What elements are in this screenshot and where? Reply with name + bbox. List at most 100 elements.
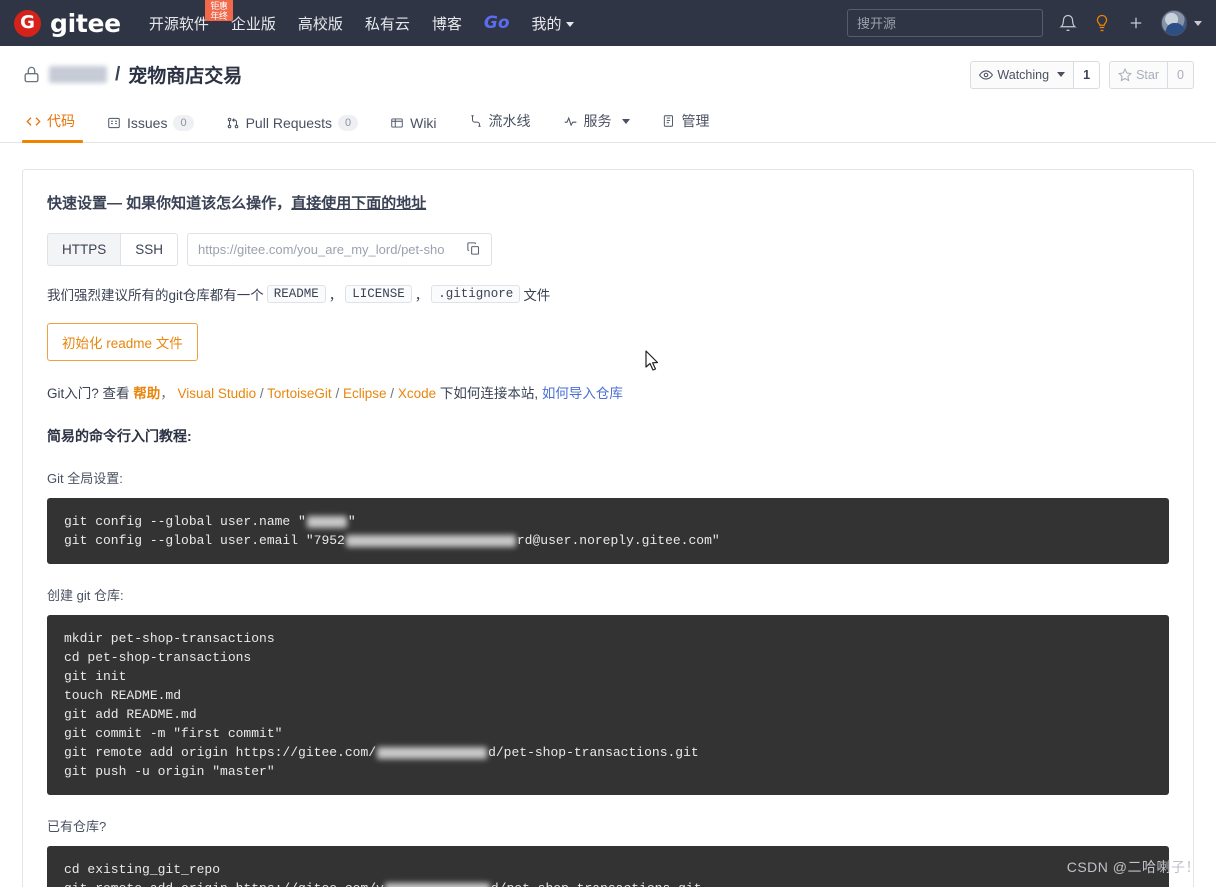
star-count[interactable]: 0: [1168, 60, 1194, 89]
repository-tabs: 代码 Issues 0 Pull Requests 0 Wiki 流水线 服务 …: [0, 103, 1216, 143]
tab-code[interactable]: 代码: [22, 111, 91, 143]
promo-badge-line1: 钜惠: [210, 0, 228, 11]
star-button-label: Star: [1136, 67, 1159, 82]
code-line: git commit -m "first commit": [64, 724, 1152, 743]
tab-issues[interactable]: Issues 0: [91, 115, 210, 142]
top-nav-links: 开源软件 企业版 钜惠 年终 高校版 私有云 博客 Go 我的: [149, 0, 574, 38]
code-line: cd pet-shop-transactions: [64, 648, 1152, 667]
tab-manage[interactable]: 管理: [646, 111, 726, 142]
chevron-down-icon: [1194, 20, 1202, 26]
code-text: git commit -m "first commit": [64, 726, 283, 741]
nav-link-go[interactable]: Go: [484, 9, 510, 37]
code-block-existing-repo[interactable]: cd existing_git_repogit remote add origi…: [47, 846, 1169, 887]
nav-link-mine-label: 我的: [531, 15, 562, 33]
watch-count[interactable]: 1: [1074, 60, 1101, 89]
eclipse-link[interactable]: Eclipse: [343, 386, 387, 401]
csdn-watermark: CSDN @二哈喇子！: [1066, 859, 1200, 875]
clone-url-row: HTTPS SSH https://gitee.com/you_are_my_l…: [47, 233, 1169, 266]
nav-link-mine[interactable]: 我的: [532, 9, 574, 38]
advice-prefix: 我们强烈建议所有的git仓库都有一个: [47, 288, 264, 303]
tab-issues-label: Issues: [127, 115, 168, 131]
watch-button-group[interactable]: Watching 1: [970, 60, 1101, 89]
repo-owner-redacted: [49, 66, 107, 83]
promo-badge-line2: 年终: [210, 10, 228, 21]
nav-link-blog[interactable]: 博客: [432, 9, 462, 38]
code-block-create-repo[interactable]: mkdir pet-shop-transactions cd pet-shop-t…: [47, 615, 1169, 795]
git-intro-slash-1: /: [259, 386, 264, 401]
clone-url-field[interactable]: https://gitee.com/you_are_my_lord/pet-sh…: [187, 233, 493, 266]
tab-issues-count: 0: [173, 115, 194, 131]
code-text: git init: [64, 669, 127, 684]
code-text: git remote add origin https://gitee.com/: [64, 745, 377, 760]
gitee-logo[interactable]: G gitee: [14, 9, 121, 38]
git-intro-lead: Git入门? 查看: [47, 386, 130, 401]
code-block-global-config[interactable]: git config --global user.name " " git conf…: [47, 498, 1169, 564]
top-nav-right-group: [847, 9, 1202, 37]
code-text: git config --global user.email "7952: [64, 533, 345, 548]
code-line: touch README.md: [64, 686, 1152, 705]
star-button-group[interactable]: Star 0: [1109, 60, 1194, 89]
copy-icon[interactable]: [466, 241, 481, 259]
tab-services-label: 服务: [583, 113, 612, 129]
code-text: d/pet-shop-transactions.git: [491, 881, 702, 887]
book-icon: [391, 118, 403, 128]
init-readme-button[interactable]: 初始化 readme 文件: [47, 323, 198, 361]
code-line: mkdir pet-shop-transactions: [64, 629, 1152, 648]
tab-wiki[interactable]: Wiki: [374, 115, 452, 142]
code-line: git remote add origin https://gitee.com/…: [64, 743, 1152, 762]
gitee-repository-page: G gitee 开源软件 企业版 钜惠 年终 高校版 私有云 博客 Go 我的: [0, 0, 1216, 887]
help-link[interactable]: 帮助: [133, 386, 160, 401]
protocol-https-button[interactable]: HTTPS: [47, 233, 122, 266]
eye-icon: [979, 69, 994, 80]
git-intro-slash-2: /: [335, 386, 340, 401]
tab-pipeline[interactable]: 流水线: [453, 111, 547, 142]
nav-link-enterprise[interactable]: 企业版: [231, 9, 276, 38]
code-text: git push -u origin "master": [64, 764, 275, 779]
tab-code-label: 代码: [47, 113, 75, 129]
tab-wiki-label: Wiki: [410, 115, 437, 131]
repository-header: / 宠物商店交易 Watching 1 Star 0: [0, 46, 1216, 103]
advice-comma-2: ，: [414, 288, 429, 303]
protocol-ssh-button[interactable]: SSH: [121, 233, 179, 266]
pr-icon: [227, 117, 238, 129]
code-text: ": [347, 514, 356, 529]
git-intro-slash-3: /: [390, 386, 395, 401]
redacted-text: [384, 882, 490, 887]
lightbulb-icon[interactable]: [1093, 14, 1111, 32]
tutorial-label-create: 创建 git 仓库:: [47, 588, 124, 603]
code-text: mkdir pet-shop-transactions: [64, 631, 275, 646]
chip-license: LICENSE: [345, 285, 412, 303]
plus-icon[interactable]: [1127, 14, 1145, 32]
issue-icon: [108, 117, 120, 129]
code-line: git init: [64, 667, 1152, 686]
chevron-down-icon: [565, 22, 574, 28]
gitee-logo-text: gitee: [50, 8, 121, 38]
git-intro-mid: 下如何连接本站,: [439, 386, 539, 401]
promo-badge: 钜惠 年终: [204, 0, 233, 21]
tab-pull-requests[interactable]: Pull Requests 0: [210, 115, 375, 142]
visual-studio-link[interactable]: Visual Studio: [178, 386, 257, 401]
tutorial-label-existing: 已有仓库?: [47, 819, 107, 834]
nav-link-education[interactable]: 高校版: [298, 9, 343, 38]
nav-link-opensource[interactable]: 开源软件: [149, 9, 209, 38]
watch-button-label: Watching: [997, 67, 1050, 82]
watch-button[interactable]: Watching: [970, 60, 1075, 89]
tab-pull-requests-count: 0: [337, 115, 359, 131]
nav-link-privatecloud[interactable]: 私有云: [365, 9, 410, 38]
code-line: git add README.md: [64, 705, 1152, 724]
code-text: git add README.md: [64, 707, 197, 722]
bell-icon[interactable]: [1059, 14, 1077, 32]
search-input[interactable]: [847, 9, 1043, 37]
code-line: git push -u origin "master": [64, 762, 1152, 781]
code-icon: [26, 116, 41, 126]
breadcrumb: / 宠物商店交易: [22, 61, 242, 88]
import-repo-link[interactable]: 如何导入仓库: [542, 386, 623, 401]
tab-services[interactable]: 服务: [547, 111, 646, 142]
code-text: rd@user.noreply.gitee.com": [516, 533, 720, 548]
tortoisegit-link[interactable]: TortoiseGit: [267, 386, 332, 401]
manage-icon: [663, 115, 673, 127]
star-button[interactable]: Star: [1109, 60, 1168, 89]
xcode-link[interactable]: Xcode: [398, 386, 436, 401]
user-menu[interactable]: [1161, 10, 1202, 36]
advice-comma-1: ，: [328, 288, 343, 303]
